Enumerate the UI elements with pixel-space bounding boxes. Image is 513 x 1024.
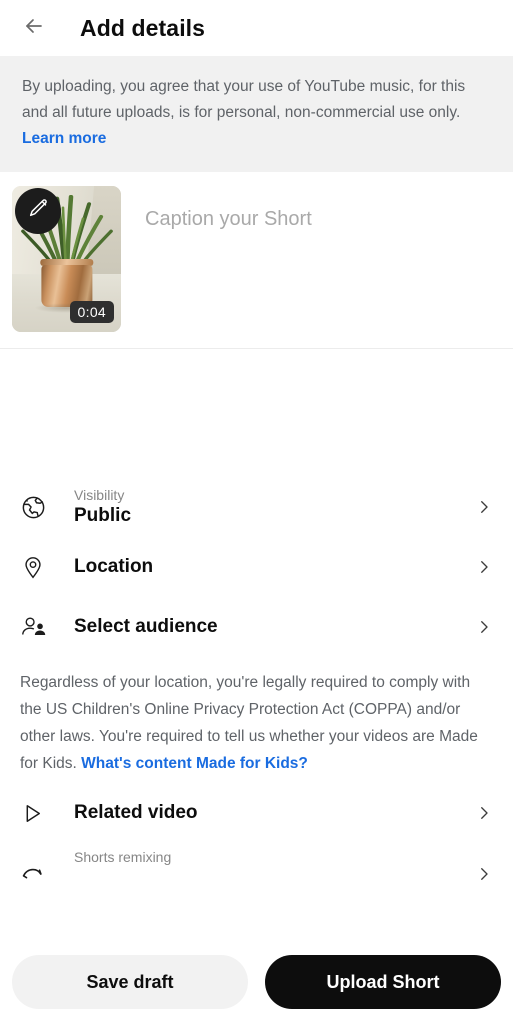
location-text: Location bbox=[74, 556, 475, 578]
chevron-right-icon[interactable] bbox=[475, 804, 493, 822]
visibility-label: Visibility bbox=[74, 487, 125, 503]
location-pin-icon bbox=[20, 554, 54, 580]
audience-label: Select audience bbox=[74, 616, 218, 637]
settings-row-location[interactable]: Location bbox=[0, 537, 513, 597]
chevron-right-icon[interactable] bbox=[475, 498, 493, 516]
settings-row-shorts-remixing[interactable]: Shorts remixing bbox=[0, 843, 513, 903]
location-label: Location bbox=[74, 556, 154, 577]
upload-short-button[interactable]: Upload Short bbox=[265, 955, 501, 1009]
made-for-kids-link[interactable]: What's content Made for Kids? bbox=[81, 755, 308, 772]
video-thumbnail[interactable]: 0:04 bbox=[12, 186, 121, 332]
related-video-label: Related video bbox=[74, 802, 198, 823]
shorts-remixing-text: Shorts remixing bbox=[74, 849, 475, 867]
add-details-screen: Add details By uploading, you agree that… bbox=[0, 0, 513, 1024]
visibility-value: Public bbox=[74, 505, 132, 526]
header-bar: Add details bbox=[0, 0, 513, 56]
settings-row-audience[interactable]: Select audience bbox=[0, 597, 513, 657]
edit-thumbnail-button[interactable] bbox=[15, 188, 61, 234]
video-duration-badge: 0:04 bbox=[69, 301, 114, 323]
music-usage-notice: By uploading, you agree that your use of… bbox=[0, 56, 513, 172]
save-draft-button[interactable]: Save draft bbox=[12, 955, 248, 1009]
remix-loop-icon bbox=[20, 861, 54, 888]
audience-text: Select audience bbox=[74, 616, 475, 638]
settings-list: Visibility Public Location Select audien… bbox=[0, 473, 513, 903]
related-video-text: Related video bbox=[74, 802, 475, 824]
pencil-icon bbox=[27, 198, 49, 225]
caption-input[interactable]: Caption your Short bbox=[145, 208, 312, 332]
bottom-action-bar: Save draft Upload Short bbox=[0, 940, 513, 1024]
arrow-left-icon bbox=[22, 14, 46, 43]
settings-row-related-video[interactable]: Related video bbox=[0, 783, 513, 843]
back-button[interactable] bbox=[14, 8, 54, 48]
coppa-notice: Regardless of your location, you're lega… bbox=[0, 657, 513, 783]
play-triangle-icon bbox=[20, 801, 54, 826]
visibility-text: Visibility Public bbox=[74, 487, 475, 527]
globe-icon bbox=[20, 494, 54, 521]
shorts-remixing-label: Shorts remixing bbox=[74, 849, 172, 865]
chevron-right-icon[interactable] bbox=[475, 865, 493, 883]
people-icon bbox=[20, 613, 54, 641]
learn-more-link[interactable]: Learn more bbox=[22, 130, 106, 147]
chevron-right-icon[interactable] bbox=[475, 558, 493, 576]
notice-text: By uploading, you agree that your use of… bbox=[22, 78, 466, 121]
chevron-right-icon[interactable] bbox=[475, 618, 493, 636]
settings-row-visibility[interactable]: Visibility Public bbox=[0, 477, 513, 537]
caption-section: 0:04 Caption your Short bbox=[0, 172, 513, 348]
page-title: Add details bbox=[80, 14, 206, 41]
